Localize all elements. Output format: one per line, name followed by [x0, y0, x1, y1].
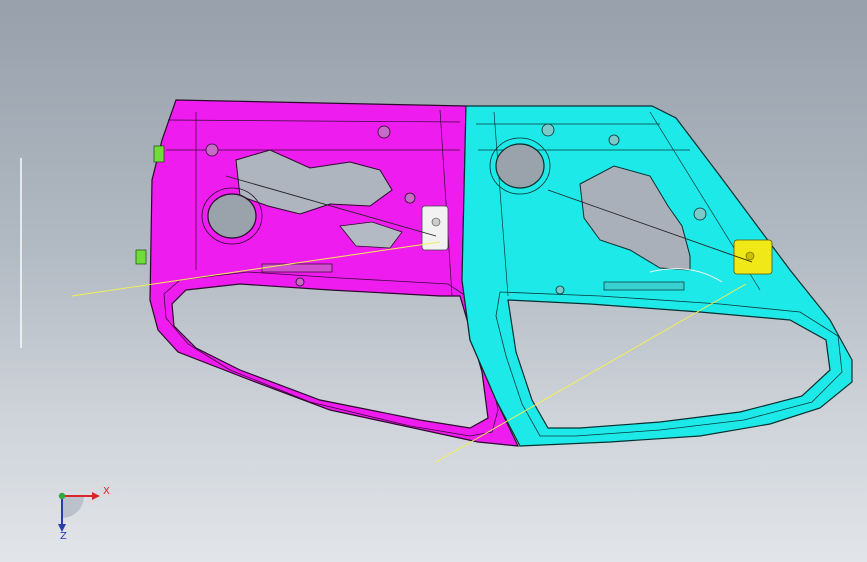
left-mount-hole: [404, 192, 416, 204]
x-axis-label: X: [103, 486, 110, 497]
cad-model-scene[interactable]: [0, 0, 867, 562]
right-latch-pivot: [745, 251, 755, 261]
left-door-panel[interactable]: [135, 99, 520, 447]
z-axis-label: Z: [60, 531, 67, 542]
left-lower-hinge-bracket: [135, 249, 147, 265]
left-mount-hole: [295, 277, 305, 287]
left-upper-hinge-bracket: [153, 145, 165, 163]
right-mount-hole: [541, 123, 555, 137]
x-axis-arrowhead: [92, 492, 100, 500]
triad-plane-shading: [62, 496, 84, 518]
right-mount-hole: [555, 285, 565, 295]
graphics-viewport[interactable]: X Z: [0, 0, 867, 562]
left-mount-hole: [377, 125, 391, 139]
triad-origin: [58, 492, 66, 500]
left-speaker-opening: [207, 193, 257, 239]
left-door-rib: [261, 263, 333, 273]
right-mount-hole: [693, 207, 707, 221]
right-door-panel[interactable]: [461, 105, 853, 447]
coordinate-triad: X Z: [44, 478, 114, 544]
right-speaker-opening: [495, 143, 545, 189]
right-mount-hole: [608, 134, 620, 146]
left-mount-hole: [205, 143, 219, 157]
left-latch-pivot: [431, 217, 441, 227]
right-door-rib: [603, 281, 685, 291]
left-door-latch: [421, 205, 449, 251]
